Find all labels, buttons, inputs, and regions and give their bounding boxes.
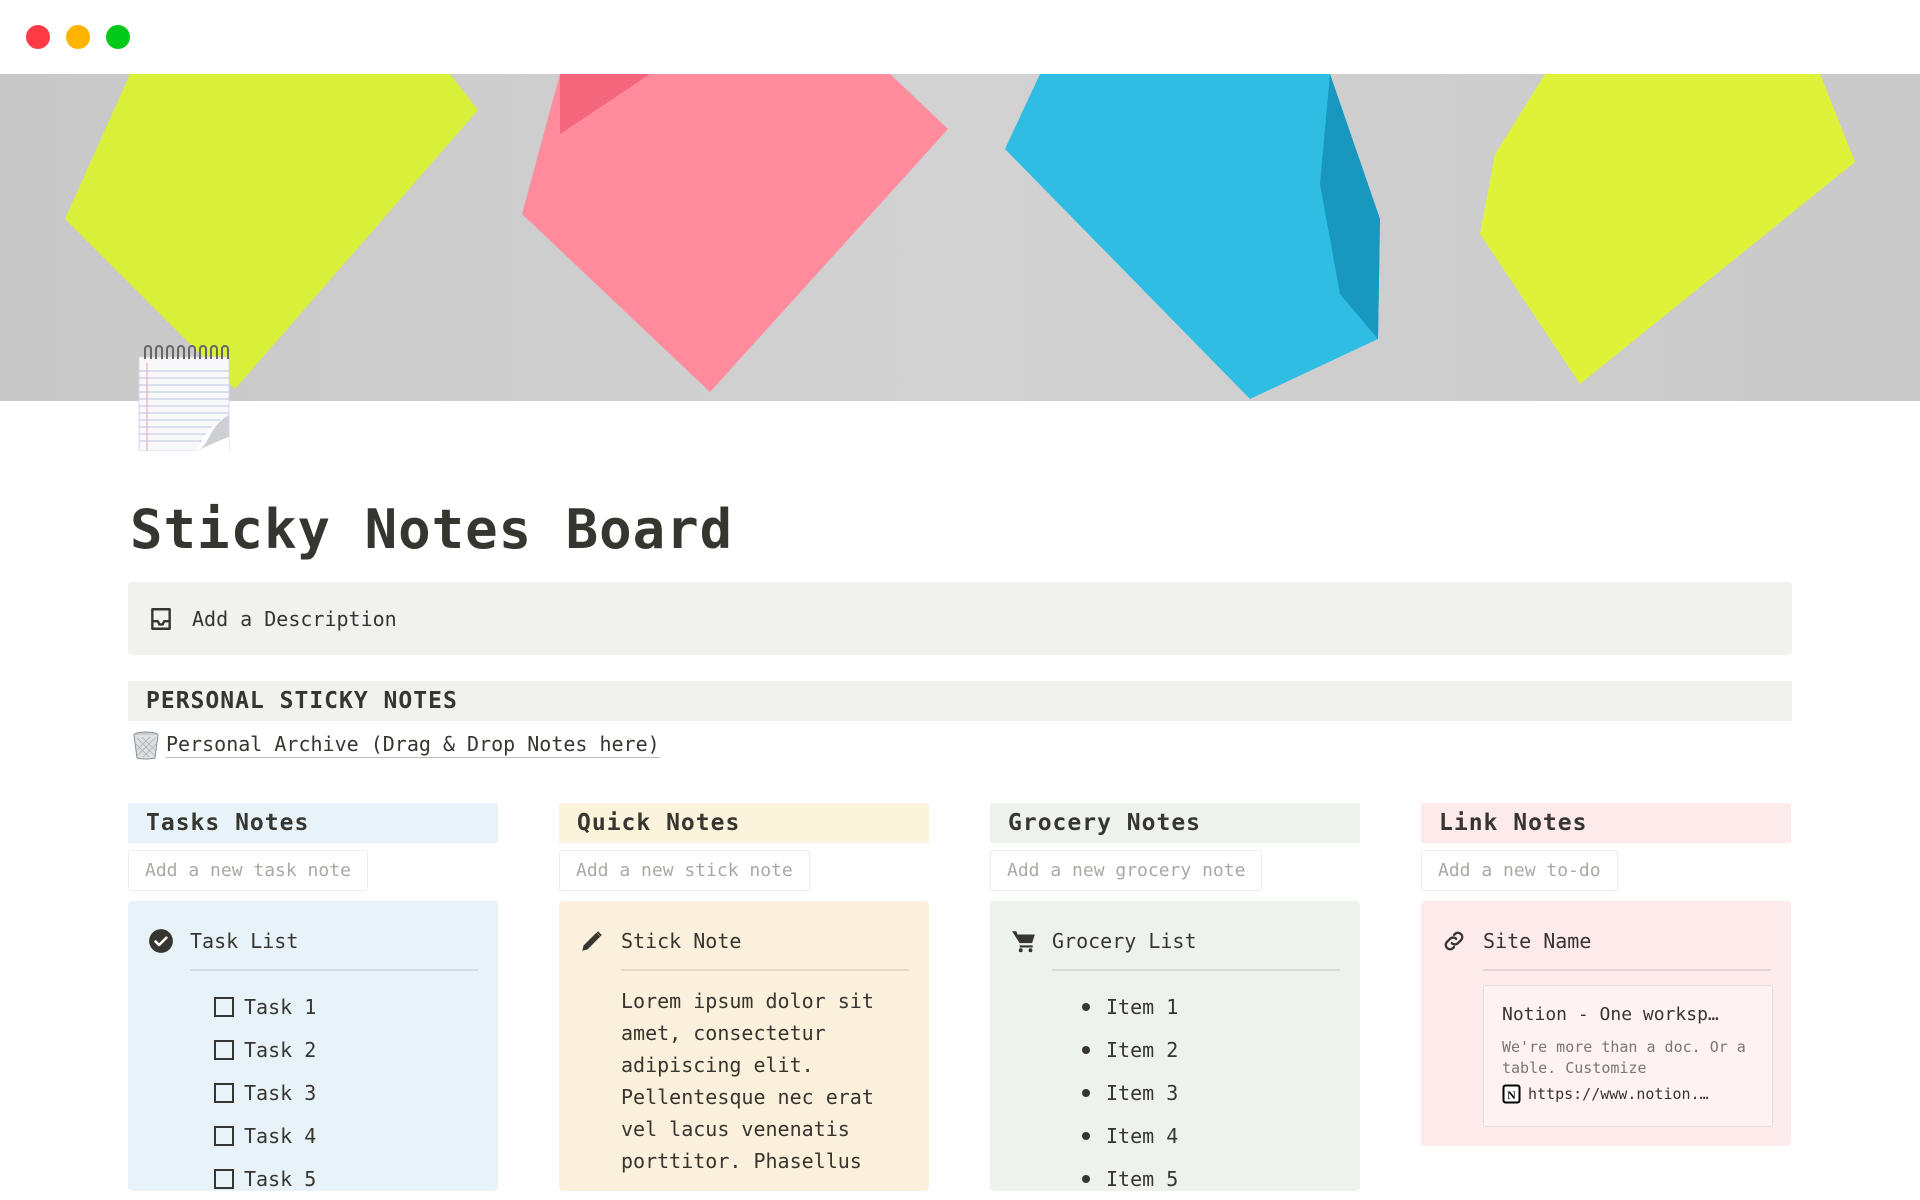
- task-list-card[interactable]: Task List Task 1 Task 2 Task 3 Task 4 Ta…: [128, 901, 498, 1191]
- bookmark-title: Notion - One worksp…: [1502, 1004, 1719, 1025]
- bullet-icon: [1082, 1002, 1090, 1011]
- grocery-list: Item 1 Item 2 Item 3 Item 4 Item 5: [1052, 971, 1340, 1200]
- bookmark-description: We're more than a doc. Or a table. Custo…: [1502, 1038, 1746, 1077]
- card-title: Site Name: [1483, 929, 1592, 953]
- item-label: Item 1: [1106, 994, 1179, 1019]
- bookmark-url: https://www.notion.…: [1528, 1085, 1709, 1103]
- add-stick-note-input[interactable]: Add a new stick note: [559, 850, 810, 891]
- check-circle-icon: [148, 928, 174, 954]
- maximize-window-button[interactable]: [106, 25, 130, 49]
- item-label: Item 4: [1106, 1123, 1179, 1148]
- task-label: Task 4: [244, 1123, 317, 1148]
- close-window-button[interactable]: [26, 25, 50, 49]
- divider: [1483, 969, 1771, 971]
- bookmark-url-row: N https://www.notion.…: [1502, 1084, 1754, 1104]
- task-item[interactable]: Task 1: [190, 985, 478, 1028]
- item-label: Item 5: [1106, 1166, 1179, 1191]
- link-icon: [1441, 928, 1467, 954]
- grocery-item[interactable]: Item 3: [1052, 1071, 1340, 1114]
- stick-note-card[interactable]: Stick Note Lorem ipsum dolor sit amet, c…: [559, 901, 929, 1191]
- minimize-window-button[interactable]: [66, 25, 90, 49]
- column-quick-notes: Quick Notes Add a new stick note Stick N…: [559, 803, 929, 1191]
- cover-image: [0, 74, 1920, 401]
- item-label: Item 3: [1106, 1080, 1179, 1105]
- inbox-icon: [148, 606, 174, 632]
- wastebasket-icon: [132, 730, 160, 760]
- add-to-do-input[interactable]: Add a new to-do: [1421, 850, 1618, 891]
- task-item[interactable]: Task 3: [190, 1071, 478, 1114]
- card-title: Grocery List: [1052, 929, 1197, 953]
- checkbox[interactable]: [214, 1125, 234, 1146]
- item-label: Item 2: [1106, 1037, 1179, 1062]
- section-heading: PERSONAL STICKY NOTES: [128, 681, 1792, 721]
- task-item[interactable]: Task 4: [190, 1114, 478, 1157]
- window-titlebar: [0, 0, 1920, 74]
- column-grocery-notes: Grocery Notes Add a new grocery note Gro…: [990, 803, 1360, 1191]
- column-title: Quick Notes: [559, 803, 929, 843]
- description-callout[interactable]: Add a Description: [128, 582, 1792, 655]
- column-title: Grocery Notes: [990, 803, 1360, 843]
- checkbox[interactable]: [214, 1039, 234, 1060]
- column-tasks-notes: Tasks Notes Add a new task note Task Lis…: [128, 803, 498, 1191]
- card-title: Task List: [190, 929, 299, 953]
- column-link-notes: Link Notes Add a new to-do Site Name Not…: [1421, 803, 1791, 1146]
- sticky-notes-cover-illustration: [0, 74, 1920, 401]
- grocery-item[interactable]: Item 2: [1052, 1028, 1340, 1071]
- add-grocery-note-input[interactable]: Add a new grocery note: [990, 850, 1263, 891]
- grocery-item[interactable]: Item 1: [1052, 985, 1340, 1028]
- bullet-icon: [1082, 1174, 1090, 1183]
- description-label: Add a Description: [192, 606, 397, 631]
- task-label: Task 2: [244, 1037, 317, 1062]
- task-label: Task 1: [244, 994, 317, 1019]
- cart-icon: [1010, 928, 1036, 954]
- notepad-icon[interactable]: [137, 345, 231, 452]
- add-task-note-input[interactable]: Add a new task note: [128, 850, 368, 891]
- checkbox[interactable]: [214, 1168, 234, 1189]
- page-title[interactable]: Sticky Notes Board: [130, 498, 733, 561]
- bullet-icon: [1082, 1045, 1090, 1054]
- bullet-icon: [1082, 1088, 1090, 1097]
- checkbox[interactable]: [214, 1082, 234, 1103]
- archive-label: Personal Archive (Drag & Drop Notes here…: [166, 732, 660, 758]
- column-title: Link Notes: [1421, 803, 1791, 843]
- task-list: Task 1 Task 2 Task 3 Task 4 Task 5: [190, 971, 478, 1200]
- checkbox[interactable]: [214, 996, 234, 1017]
- site-link-card[interactable]: Site Name Notion - One worksp… We're mor…: [1421, 901, 1791, 1146]
- grocery-item[interactable]: Item 4: [1052, 1114, 1340, 1157]
- card-title: Stick Note: [621, 929, 742, 953]
- column-title: Tasks Notes: [128, 803, 498, 843]
- notion-logo-icon: N: [1502, 1084, 1522, 1104]
- task-item[interactable]: Task 5: [190, 1157, 478, 1200]
- task-label: Task 3: [244, 1080, 317, 1105]
- archive-link[interactable]: Personal Archive (Drag & Drop Notes here…: [132, 730, 660, 760]
- bullet-icon: [1082, 1131, 1090, 1140]
- grocery-list-card[interactable]: Grocery List Item 1 Item 2 Item 3 Item 4…: [990, 901, 1360, 1191]
- svg-text:N: N: [1507, 1088, 1516, 1102]
- note-body: Lorem ipsum dolor sit amet, consectetur …: [621, 989, 874, 1173]
- grocery-item[interactable]: Item 5: [1052, 1157, 1340, 1200]
- task-label: Task 5: [244, 1166, 317, 1191]
- task-item[interactable]: Task 2: [190, 1028, 478, 1071]
- bookmark-preview[interactable]: Notion - One worksp… We're more than a d…: [1483, 985, 1773, 1127]
- pencil-icon: [579, 928, 605, 954]
